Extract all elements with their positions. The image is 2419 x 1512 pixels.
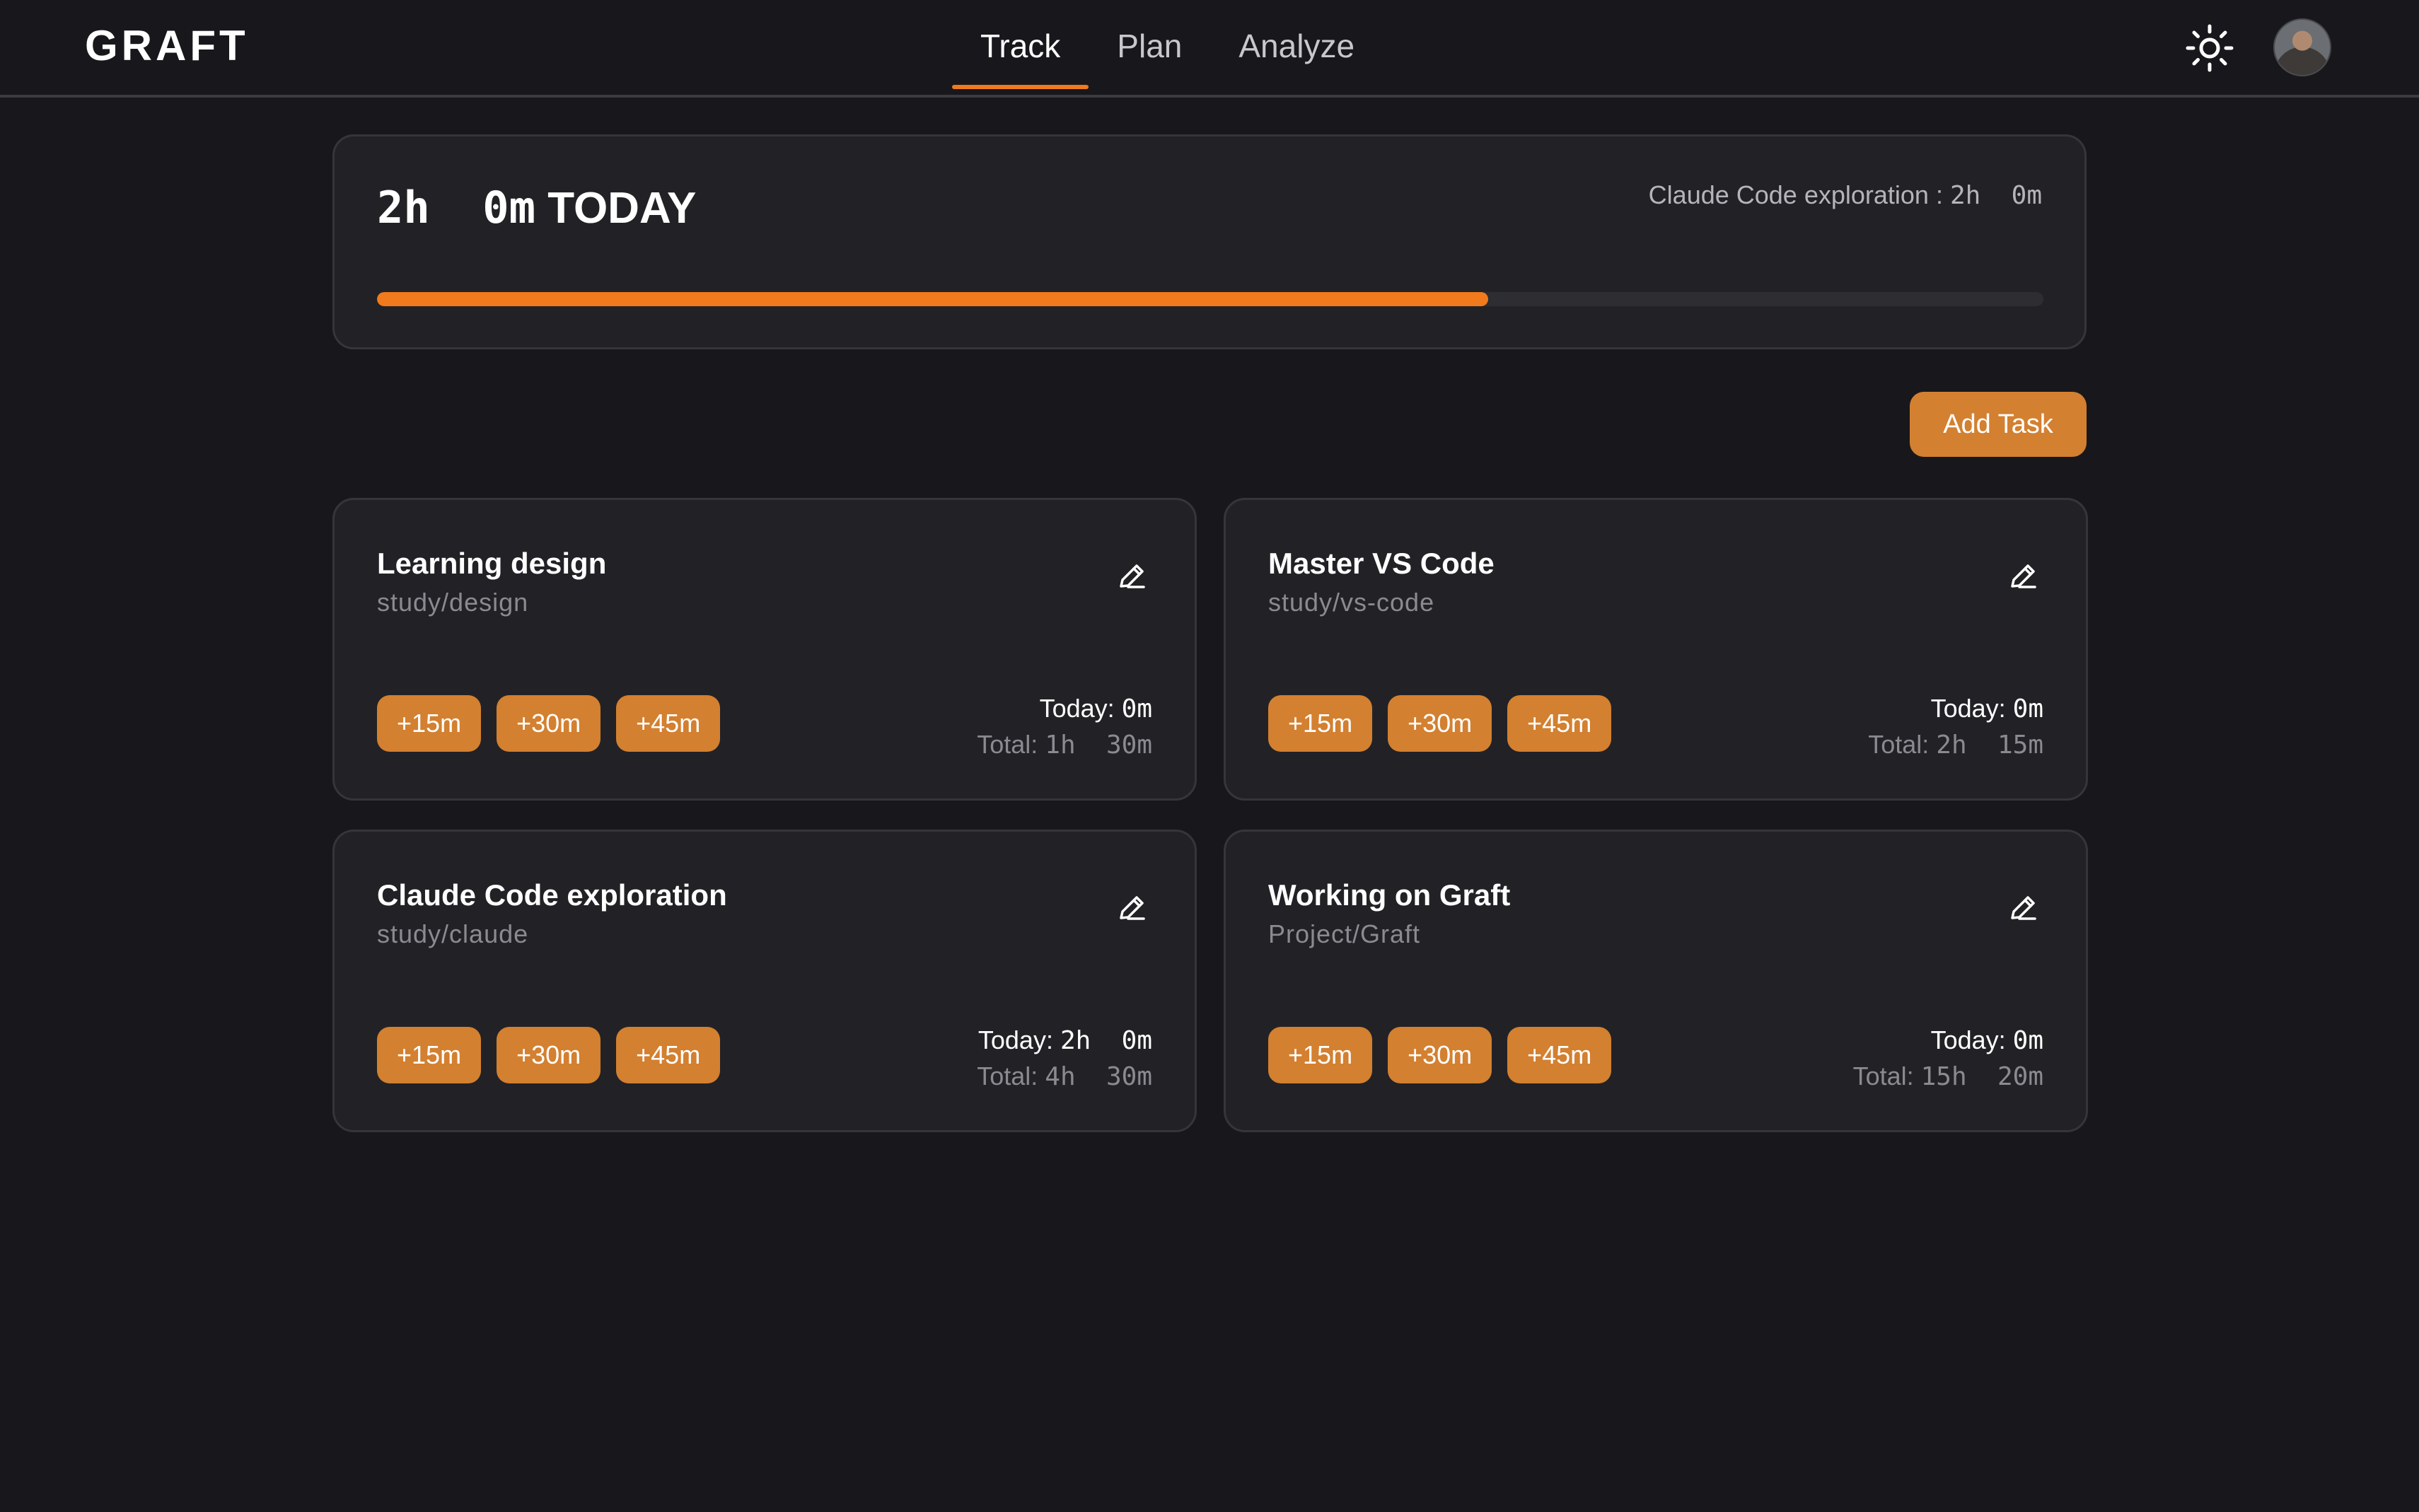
- task-card: Master VS Code study/vs-code +15m +30m +45m T…: [1224, 498, 2088, 801]
- task-card: Working on Graft Project/Graft +15m +30m +45…: [1224, 830, 2088, 1132]
- task-title: Master VS Code: [1268, 547, 1495, 580]
- pencil-icon[interactable]: [2004, 888, 2043, 928]
- add-15m-button[interactable]: +15m: [377, 1027, 482, 1083]
- today-label: Today:: [1039, 694, 1122, 723]
- total-value: 1h 30m: [1045, 731, 1152, 760]
- task-total-time: Total: 4h 30m: [977, 1059, 1152, 1095]
- total-label: Total:: [977, 730, 1045, 759]
- user-avatar[interactable]: [2273, 18, 2331, 76]
- task-stats: Today: 2h 0m Total: 4h 30m: [977, 1023, 1152, 1095]
- task-today-time: Today: 0m: [977, 691, 1152, 727]
- task-card: Claude Code exploration study/claude +15m +…: [332, 830, 1197, 1132]
- task-title: Learning design: [377, 547, 607, 580]
- today-value: 0m: [2012, 1026, 2043, 1055]
- pencil-icon[interactable]: [1113, 888, 1152, 928]
- task-category-path: study/vs-code: [1268, 588, 1435, 617]
- today-value: 2h 0m: [1060, 1026, 1152, 1055]
- tab-plan[interactable]: Plan: [1089, 0, 1210, 95]
- task-stats: Today: 0m Total: 15h 20m: [1853, 1023, 2043, 1095]
- task-category-path: study/design: [377, 588, 529, 617]
- tab-analyze[interactable]: Analyze: [1210, 0, 1383, 95]
- tab-track[interactable]: Track: [952, 0, 1089, 95]
- today-label: Today:: [1930, 1025, 2013, 1054]
- daily-summary-card: 2h 0m TODAY Claude Code exploration : 2h…: [332, 134, 2087, 349]
- task-title: Working on Graft: [1268, 878, 1511, 912]
- today-total-suffix: TODAY: [547, 184, 697, 233]
- task-total-time: Total: 15h 20m: [1853, 1059, 2043, 1095]
- current-task-summary: Claude Code exploration : 2h 0m: [1649, 180, 2042, 210]
- add-45m-button[interactable]: +45m: [616, 1027, 721, 1083]
- today-label: Today:: [1930, 694, 2013, 723]
- quick-add-buttons: +15m +30m +45m: [1268, 1027, 1612, 1083]
- quick-add-buttons: +15m +30m +45m: [1268, 695, 1612, 752]
- today-label: Today:: [978, 1025, 1060, 1054]
- total-value: 15h 20m: [1920, 1062, 2043, 1091]
- add-15m-button[interactable]: +15m: [1268, 1027, 1373, 1083]
- task-today-time: Today: 2h 0m: [977, 1023, 1152, 1059]
- add-45m-button[interactable]: +45m: [1507, 1027, 1612, 1083]
- quick-add-buttons: +15m +30m +45m: [377, 695, 721, 752]
- total-value: 2h 15m: [1936, 731, 2043, 760]
- daily-progress-bar: [377, 292, 2043, 306]
- today-total-value: 2h 0m: [377, 182, 535, 233]
- current-task-label: Claude Code exploration :: [1648, 180, 1950, 209]
- total-label: Total:: [1852, 1062, 1921, 1091]
- add-15m-button[interactable]: +15m: [377, 695, 482, 752]
- today-value: 0m: [1121, 694, 1152, 723]
- today-value: 0m: [2012, 694, 2043, 723]
- task-today-time: Today: 0m: [1868, 691, 2043, 727]
- task-stats: Today: 0m Total: 2h 15m: [1868, 691, 2043, 763]
- add-30m-button[interactable]: +30m: [497, 695, 601, 752]
- add-task-button[interactable]: Add Task: [1910, 392, 2087, 457]
- task-stats: Today: 0m Total: 1h 30m: [977, 691, 1152, 763]
- task-today-time: Today: 0m: [1853, 1023, 2043, 1059]
- total-label: Total:: [977, 1062, 1045, 1091]
- task-total-time: Total: 1h 30m: [977, 727, 1152, 763]
- total-label: Total:: [1868, 730, 1937, 759]
- task-title: Claude Code exploration: [377, 878, 727, 912]
- add-30m-button[interactable]: +30m: [1388, 695, 1492, 752]
- total-value: 4h 30m: [1045, 1062, 1152, 1091]
- quick-add-buttons: +15m +30m +45m: [377, 1027, 721, 1083]
- pencil-icon[interactable]: [2004, 557, 2043, 596]
- daily-progress-fill: [377, 292, 1489, 306]
- today-total: 2h 0m TODAY: [377, 182, 696, 233]
- add-45m-button[interactable]: +45m: [616, 695, 721, 752]
- task-category-path: study/claude: [377, 919, 529, 948]
- top-navbar: GRAFT Track Plan Analyze: [0, 0, 2419, 98]
- add-45m-button[interactable]: +45m: [1507, 695, 1612, 752]
- add-30m-button[interactable]: +30m: [497, 1027, 601, 1083]
- current-task-time: 2h 0m: [1949, 181, 2042, 210]
- app-logo[interactable]: GRAFT: [85, 21, 249, 70]
- task-total-time: Total: 2h 15m: [1868, 727, 2043, 763]
- task-category-path: Project/Graft: [1268, 919, 1421, 948]
- add-15m-button[interactable]: +15m: [1268, 695, 1373, 752]
- task-card: Learning design study/design +15m +30m +45m T…: [332, 498, 1197, 801]
- pencil-icon[interactable]: [1113, 557, 1152, 596]
- sun-icon[interactable]: [2184, 23, 2235, 74]
- main-tabs: Track Plan Analyze: [952, 0, 1383, 95]
- add-30m-button[interactable]: +30m: [1388, 1027, 1492, 1083]
